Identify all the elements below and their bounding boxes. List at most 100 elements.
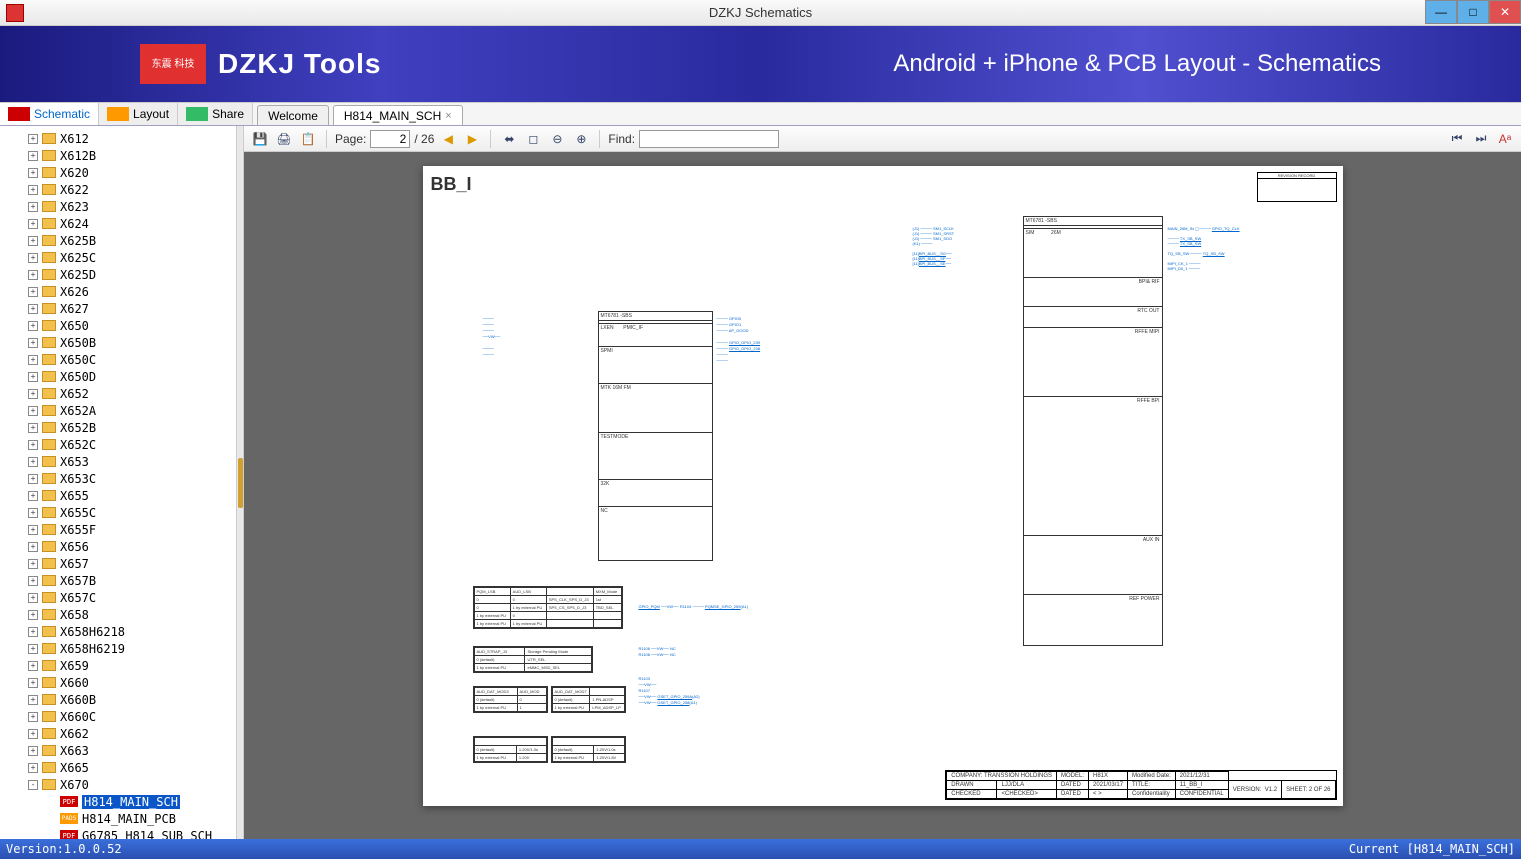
tree-folder[interactable]: +X657B: [0, 572, 236, 589]
expand-icon[interactable]: +: [28, 406, 38, 416]
expand-icon[interactable]: +: [28, 627, 38, 637]
tree-folder[interactable]: +X659: [0, 657, 236, 674]
zoom-in-button[interactable]: ⊕: [571, 129, 591, 149]
maximize-button[interactable]: □: [1457, 0, 1489, 24]
splitter-handle[interactable]: [238, 458, 243, 508]
tree-folder[interactable]: +X653C: [0, 470, 236, 487]
tab-schematic[interactable]: Schematic: [0, 103, 99, 125]
expand-icon[interactable]: +: [28, 355, 38, 365]
page-input[interactable]: [370, 130, 410, 148]
expand-icon[interactable]: +: [28, 559, 38, 569]
tab-layout[interactable]: Layout: [99, 103, 178, 125]
tree-folder[interactable]: +X612B: [0, 147, 236, 164]
expand-icon[interactable]: +: [28, 219, 38, 229]
expand-icon[interactable]: +: [28, 423, 38, 433]
tree-folder[interactable]: +X650D: [0, 368, 236, 385]
tree-folder[interactable]: +X658H6219: [0, 640, 236, 657]
find-prev-button[interactable]: ⏮: [1447, 129, 1467, 149]
fit-width-button[interactable]: ⬌: [499, 129, 519, 149]
tree-file[interactable]: PDFG6785_H814_SUB_SCH: [0, 827, 236, 839]
fit-page-button[interactable]: ◻: [523, 129, 543, 149]
tree-folder[interactable]: +X650: [0, 317, 236, 334]
tree-folder[interactable]: +X660C: [0, 708, 236, 725]
print-button[interactable]: 🖨: [274, 129, 294, 149]
expand-icon[interactable]: +: [28, 661, 38, 671]
tree-folder[interactable]: +X652C: [0, 436, 236, 453]
expand-icon[interactable]: +: [28, 644, 38, 654]
expand-icon[interactable]: +: [28, 304, 38, 314]
expand-icon[interactable]: +: [28, 185, 38, 195]
expand-icon[interactable]: +: [28, 236, 38, 246]
tree-folder[interactable]: +X625D: [0, 266, 236, 283]
tree-folder[interactable]: +X658H6218: [0, 623, 236, 640]
find-input[interactable]: [639, 130, 779, 148]
splitter[interactable]: [237, 126, 244, 839]
close-button[interactable]: ✕: [1489, 0, 1521, 24]
expand-icon[interactable]: +: [28, 695, 38, 705]
doctab-welcome[interactable]: Welcome: [257, 105, 329, 125]
tree-folder[interactable]: +X656: [0, 538, 236, 555]
expand-icon[interactable]: +: [28, 474, 38, 484]
tree-folder[interactable]: +X655C: [0, 504, 236, 521]
tree-folder[interactable]: +X663: [0, 742, 236, 759]
expand-icon[interactable]: +: [28, 457, 38, 467]
tree-file[interactable]: PDFH814_MAIN_SCH: [0, 793, 236, 810]
tree-folder[interactable]: +X652: [0, 385, 236, 402]
tree-folder[interactable]: +X657: [0, 555, 236, 572]
tree-folder[interactable]: +X660B: [0, 691, 236, 708]
minimize-button[interactable]: —: [1425, 0, 1457, 24]
tree-folder[interactable]: +X625C: [0, 249, 236, 266]
expand-icon[interactable]: +: [28, 151, 38, 161]
expand-icon[interactable]: +: [28, 389, 38, 399]
expand-icon[interactable]: +: [28, 525, 38, 535]
expand-icon[interactable]: -: [28, 780, 38, 790]
tree-folder[interactable]: +X612: [0, 130, 236, 147]
expand-icon[interactable]: +: [28, 253, 38, 263]
next-page-button[interactable]: ▶: [462, 129, 482, 149]
expand-icon[interactable]: +: [28, 491, 38, 501]
expand-icon[interactable]: +: [28, 542, 38, 552]
save-button[interactable]: 💾: [250, 129, 270, 149]
tree-folder[interactable]: +X650C: [0, 351, 236, 368]
expand-icon[interactable]: +: [28, 202, 38, 212]
tree-folder[interactable]: +X660: [0, 674, 236, 691]
tree-folder[interactable]: +X624: [0, 215, 236, 232]
tree-folder[interactable]: +X655F: [0, 521, 236, 538]
expand-icon[interactable]: +: [28, 763, 38, 773]
tree-folder[interactable]: +X652A: [0, 402, 236, 419]
tree-folder[interactable]: +X665: [0, 759, 236, 776]
tree-folder[interactable]: -X670: [0, 776, 236, 793]
expand-icon[interactable]: +: [28, 712, 38, 722]
doctab-h814[interactable]: H814_MAIN_SCH×: [333, 105, 463, 125]
tree-file[interactable]: PADSH814_MAIN_PCB: [0, 810, 236, 827]
tree-folder[interactable]: +X655: [0, 487, 236, 504]
tree-folder[interactable]: +X622: [0, 181, 236, 198]
tab-share[interactable]: Share: [178, 103, 253, 125]
copy-button[interactable]: 📋: [298, 129, 318, 149]
expand-icon[interactable]: +: [28, 372, 38, 382]
expand-icon[interactable]: +: [28, 440, 38, 450]
tree-folder[interactable]: +X626: [0, 283, 236, 300]
expand-icon[interactable]: +: [28, 270, 38, 280]
prev-page-button[interactable]: ◀: [438, 129, 458, 149]
expand-icon[interactable]: +: [28, 729, 38, 739]
text-size-button[interactable]: Aᵃ: [1495, 129, 1515, 149]
expand-icon[interactable]: +: [28, 134, 38, 144]
tree-folder[interactable]: +X658: [0, 606, 236, 623]
expand-icon[interactable]: +: [28, 576, 38, 586]
tree-folder[interactable]: +X650B: [0, 334, 236, 351]
sidebar-tree[interactable]: +X612+X612B+X620+X622+X623+X624+X625B+X6…: [0, 126, 237, 839]
expand-icon[interactable]: +: [28, 321, 38, 331]
tree-folder[interactable]: +X620: [0, 164, 236, 181]
tree-folder[interactable]: +X657C: [0, 589, 236, 606]
tree-folder[interactable]: +X662: [0, 725, 236, 742]
expand-icon[interactable]: +: [28, 678, 38, 688]
zoom-out-button[interactable]: ⊖: [547, 129, 567, 149]
expand-icon[interactable]: +: [28, 338, 38, 348]
expand-icon[interactable]: +: [28, 168, 38, 178]
expand-icon[interactable]: +: [28, 746, 38, 756]
tree-folder[interactable]: +X652B: [0, 419, 236, 436]
tree-folder[interactable]: +X653: [0, 453, 236, 470]
expand-icon[interactable]: +: [28, 593, 38, 603]
close-icon[interactable]: ×: [445, 110, 451, 122]
